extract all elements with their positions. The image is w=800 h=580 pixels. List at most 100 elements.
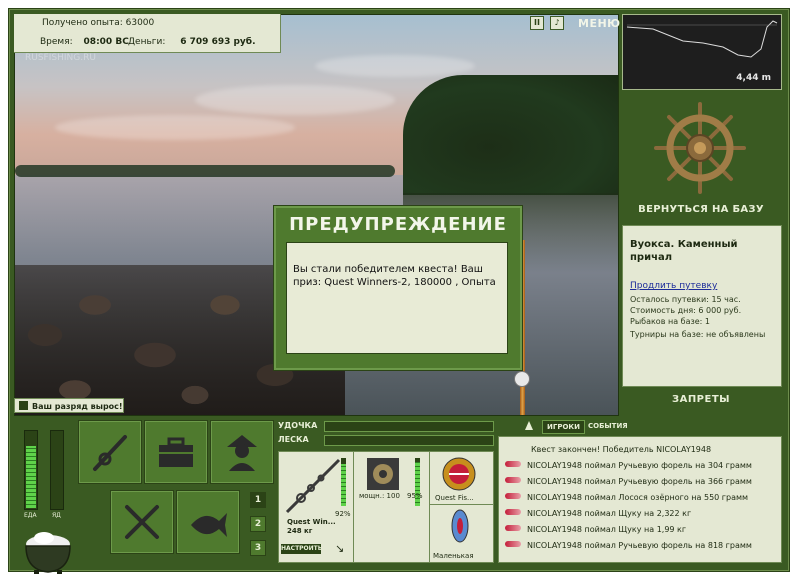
reel-icon [514,371,530,387]
list-item: NICOLAY1948 поймал Ручьевую форель на 36… [505,477,752,486]
dialog-title: ПРЕДУПРЕЖДЕНИЕ [289,214,507,235]
base-details: Осталось путевки: 15 час. Стоимость дня:… [630,294,780,340]
quest-event: Квест закончен! Победитель NICOLAY1948 [531,445,712,454]
tab-events[interactable]: СОБЫТИЯ [584,420,632,432]
angler-tile[interactable] [210,420,274,484]
tackle-slots: 92% Quest Win... 248 кг НАСТРОИТЬ ↘ мощн… [278,451,494,563]
experience-label: Получено опыта: [42,18,123,28]
tackle-box-tile[interactable] [144,420,208,484]
return-to-base-button[interactable]: ВЕРНУТЬСЯ НА БАЗУ [622,204,780,215]
extend-pass-link[interactable]: Продлить путевку [630,281,717,291]
food-bar [24,430,38,510]
lure-icon [505,477,521,483]
base-info-panel: Вуокса. Каменный причал Продлить путевку… [622,225,782,387]
rod-wear-bar [341,458,346,506]
tune-button[interactable]: НАСТРОИТЬ [281,544,322,554]
reel-slot[interactable]: мощн.: 100 95% [353,452,430,562]
far-shore [15,165,395,177]
time-label: Время: [40,37,73,47]
rod-percent: 92% [335,510,351,518]
catch-text: NICOLAY1948 поймал Щуку на 1,99 кг [527,525,687,534]
money-value: 6 709 693 руб. [180,37,256,47]
catch-text: NICOLAY1948 поймал Лосося озёрного на 55… [527,493,749,502]
tackle-panel: УДОЧКА ЛЕСКА 92% Quest Win... 248 кг НАС… [278,419,494,563]
catch-text: NICOLAY1948 поймал Ручьевую форель на 36… [527,477,752,486]
lure1-name: Quest Fis... [435,494,474,502]
tournaments-info: Турниры на базе: не объявлены [630,330,766,339]
day-cost: Стоимость дня: 6 000 руб. [630,306,742,315]
menu-button[interactable]: МЕНЮ [578,17,621,30]
angler-icon [227,435,257,471]
list-item: NICOLAY1948 поймал Лосося озёрного на 55… [505,493,748,502]
food-label: ЕДА [24,512,37,519]
time-value: 08:00 ВС [83,37,129,47]
scene-controls: II ♪ МЕНЮ [530,16,621,30]
line-tension-bar [324,435,494,446]
slot-divider [429,504,493,505]
cloud [55,115,295,140]
player-info-panel: Получено опыта: 63000 Время: 08:00 ВС Де… [14,14,281,53]
reel-percent: 95% [407,492,423,500]
base-name: Вуокса. Каменный причал [630,239,738,263]
fish-icon [191,513,227,537]
poison-bar [50,430,64,510]
rod-image-icon [285,458,341,514]
status-area: ЕДА ЯД [14,420,74,574]
catch-text: NICOLAY1948 поймал Ручьевую форель на 30… [527,461,752,470]
fish-tile[interactable] [176,490,240,554]
page-button-2[interactable]: 2 [250,516,266,532]
cauldron-icon[interactable] [20,530,76,575]
experience-row: Получено опыта: 63000 [42,18,154,28]
rod-slot[interactable]: 92% Quest Win... 248 кг НАСТРОИТЬ ↘ [279,452,354,562]
experience-value: 63000 [125,18,155,28]
rod-wear-fill [341,463,346,506]
money-label: Деньги: [128,37,166,47]
rod-row-label: УДОЧКА [278,421,318,430]
money-row: Деньги: 6 709 693 руб. [128,37,256,47]
lure-icon [442,457,476,491]
events-feed: Квест закончен! Победитель NICOLAY1948 N… [498,436,782,563]
arrow-icon [19,401,28,410]
depth-map: 4,44 m [622,14,782,90]
reel-power: мощн.: 100 [359,492,400,500]
poison-label: ЯД [52,512,61,519]
tackle-box-icon [159,437,193,467]
lure-icon [505,461,521,467]
lure2-name: Маленькая [433,552,474,560]
food-bar-fill [26,446,36,508]
lure-slot[interactable]: Quest Fis... Маленькая [429,452,493,562]
rod-tension-bar [324,421,494,432]
bans-button[interactable]: ЗАПРЕТЫ [622,394,780,405]
fork-knife-icon [125,505,159,539]
lure-icon [505,509,521,515]
rank-notice-text: Ваш разряд вырос! [32,402,123,411]
sound-icon[interactable]: ♪ [550,16,564,30]
line-row-label: ЛЕСКА [278,435,309,444]
lure-icon [505,541,521,547]
ship-wheel-icon[interactable] [652,100,748,196]
spoon-lure-icon [451,509,469,543]
tab-players[interactable]: ИГРОКИ [542,420,585,434]
dialog-message: Вы стали победителем квеста! Ваш приз: Q… [286,242,508,354]
depth-value: 4,44 m [736,73,771,83]
page-button-1[interactable]: 1 [250,492,266,508]
rod-tile[interactable] [78,420,142,484]
page-button-3[interactable]: 3 [250,540,266,556]
food-tile[interactable] [110,490,174,554]
time-row: Время: 08:00 ВС [40,37,129,47]
pass-remaining: Осталось путевки: 15 час. [630,295,741,304]
catch-text: NICOLAY1948 поймал Ручьевую форель на 81… [527,541,752,550]
warning-dialog[interactable]: ПРЕДУПРЕЖДЕНИЕ Вы стали победителем квес… [273,205,523,371]
rod-name: Quest Win... [287,518,336,526]
pause-icon[interactable]: II [530,16,544,30]
lure-icon [505,493,521,499]
anglers-count: Рыбаков на базе: 1 [630,317,710,326]
cloud [195,85,395,115]
rank-notice[interactable]: Ваш разряд вырос! [14,398,124,413]
resize-icon[interactable]: ↘ [335,542,344,555]
arrow-up-icon[interactable] [525,421,533,430]
list-item: NICOLAY1948 поймал Щуку на 2,322 кг [505,509,691,518]
forest [403,75,618,195]
reel-icon [367,458,399,490]
rod-weight: 248 кг [287,527,313,535]
